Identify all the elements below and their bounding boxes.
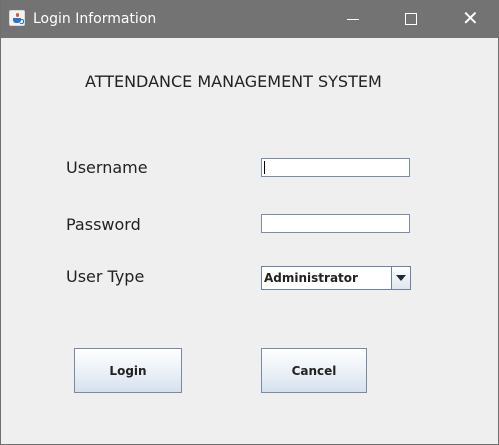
close-icon: ✕	[462, 6, 479, 30]
text-caret	[264, 161, 265, 174]
window-title: Login Information	[33, 11, 157, 27]
maximize-icon	[405, 13, 417, 25]
password-field[interactable]	[261, 214, 410, 233]
login-window: Login Information ✕ ATTENDANCE MANAGEMEN…	[0, 0, 499, 445]
minimize-icon	[347, 19, 359, 20]
close-button[interactable]: ✕	[447, 0, 493, 38]
minimize-button[interactable]	[329, 0, 375, 38]
password-label: Password	[66, 215, 141, 234]
user-type-label: User Type	[66, 267, 145, 286]
chevron-down-icon	[396, 275, 406, 281]
user-type-select[interactable]: Administrator	[261, 266, 411, 290]
username-label: Username	[66, 158, 148, 177]
maximize-button[interactable]	[387, 0, 433, 38]
java-cup-handle	[20, 19, 24, 24]
login-button[interactable]: Login	[74, 348, 182, 393]
java-app-icon	[9, 10, 25, 26]
title-bar[interactable]: Login Information ✕	[1, 0, 499, 38]
cancel-button[interactable]: Cancel	[261, 348, 367, 393]
username-field[interactable]	[261, 158, 410, 177]
user-type-dropdown-button[interactable]	[391, 267, 410, 289]
user-type-value: Administrator	[264, 271, 358, 285]
java-steam-mark	[16, 13, 19, 17]
system-heading: ATTENDANCE MANAGEMENT SYSTEM	[85, 72, 382, 91]
